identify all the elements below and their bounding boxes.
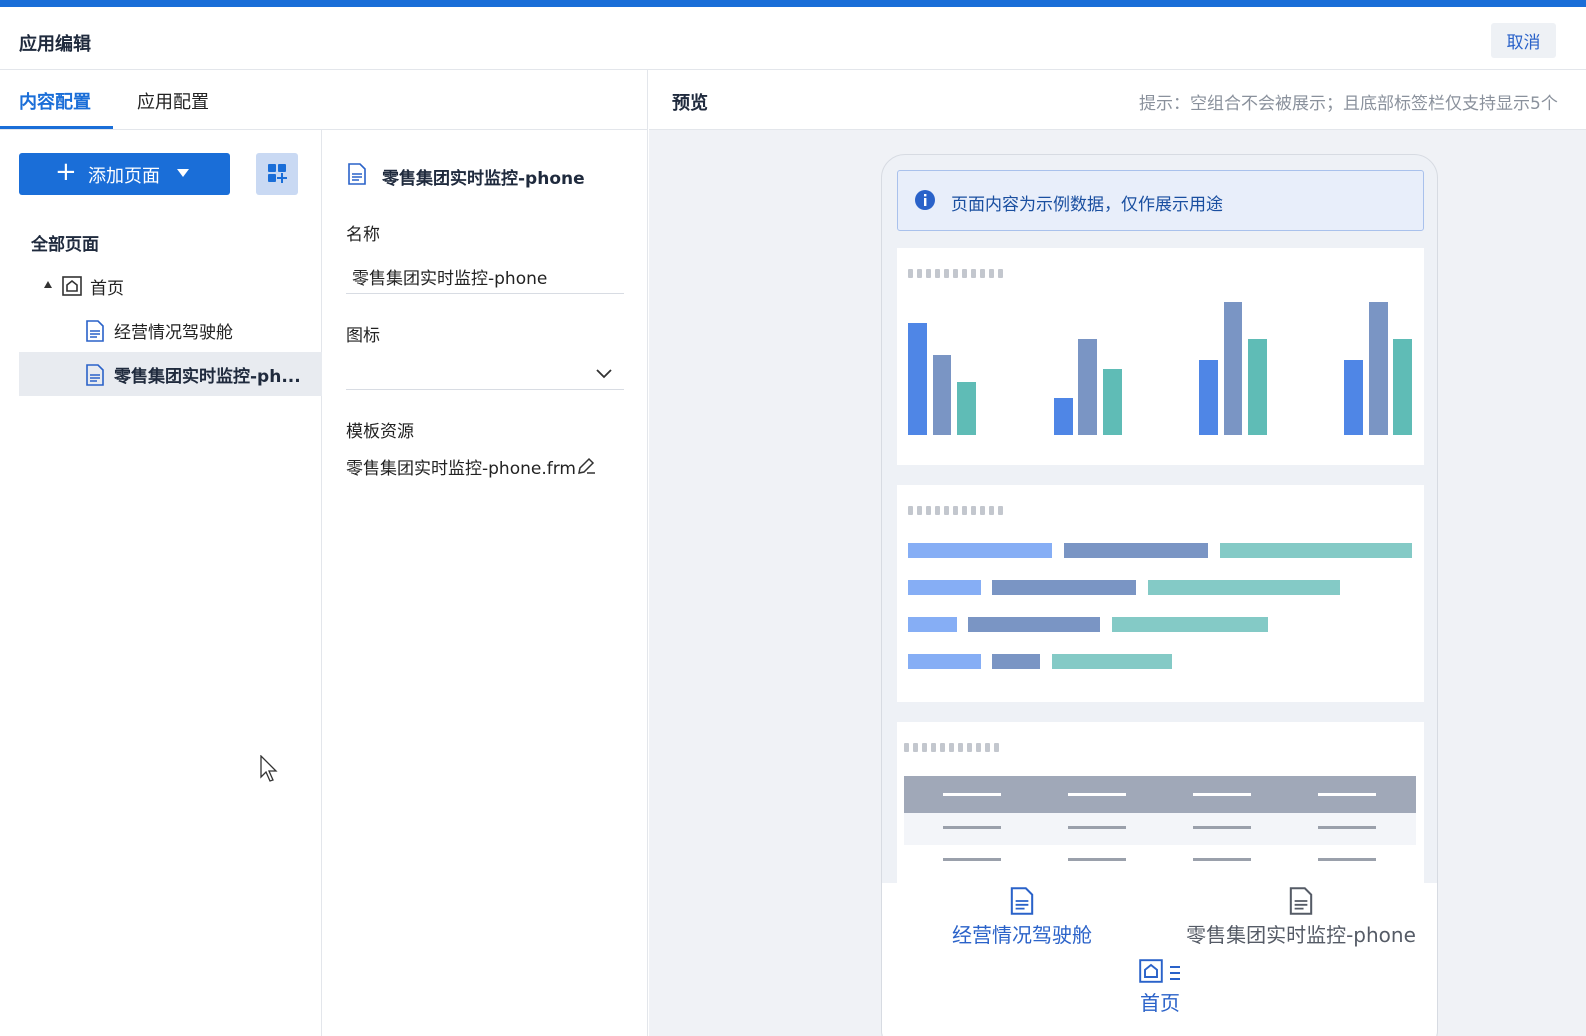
page-icon xyxy=(347,163,367,189)
tree-root-all-pages[interactable]: 全部页面 xyxy=(31,230,99,255)
page-title: 应用编辑 xyxy=(19,34,91,55)
preview-header: 预览 提示：空组合不会被展示；且底部标签栏仅支持显示5个 xyxy=(649,70,1586,130)
tree-node-label: 零售集团实时监控-ph... xyxy=(114,367,301,387)
icon-select[interactable] xyxy=(346,352,624,390)
home-icon xyxy=(1139,959,1168,987)
active-tab-indicator xyxy=(0,126,113,129)
tab-content-config[interactable]: 内容配置 xyxy=(19,88,91,114)
page-tree-panel: + 添加页面 全部页面 首页 经营情况驾驶舱 零售集团实时监控-ph... xyxy=(0,130,322,1036)
tree-node-home[interactable]: 首页 xyxy=(0,264,322,308)
page-icon xyxy=(1289,887,1313,919)
add-page-button[interactable]: + 添加页面 xyxy=(19,153,230,195)
chevron-down-icon xyxy=(596,364,612,383)
preview-hint: 提示：空组合不会被展示；且底部标签栏仅支持显示5个 xyxy=(1139,94,1558,114)
icon-label: 图标 xyxy=(346,326,380,346)
bottom-tab-bar: 经营情况驾驶舱 零售集团实时监控-phone 首页 xyxy=(882,883,1437,1036)
cancel-button[interactable]: 取消 xyxy=(1491,23,1556,58)
preview-title: 预览 xyxy=(672,93,708,114)
placeholder-horizontal-bars xyxy=(908,543,1412,669)
preview-column: 预览 提示：空组合不会被展示；且底部标签栏仅支持显示5个 页面内容为示例数据，仅… xyxy=(649,70,1586,1036)
tree-node-label: 经营情况驾驶舱 xyxy=(114,323,233,343)
tree-node-retail-monitor[interactable]: 零售集团实时监控-ph... xyxy=(19,352,322,396)
tabbar-label: 经营情况驾驶舱 xyxy=(952,923,1092,947)
phone-preview-frame: 页面内容为示例数据，仅作展示用途 经营情况驾驶舱 零售集团实时监控-phone … xyxy=(881,154,1438,1036)
page-icon xyxy=(86,320,104,346)
placeholder-bar-chart-card xyxy=(897,248,1424,465)
tabbar-item-home[interactable]: 首页 xyxy=(1120,959,1200,1016)
caret-down-icon xyxy=(177,169,189,177)
mouse-cursor-icon xyxy=(260,755,278,782)
left-column: 内容配置 应用配置 + 添加页面 全部页面 首页 经营情况驾驶舱 零售集团实时监… xyxy=(0,70,648,1036)
placeholder-hbar-card xyxy=(897,485,1424,702)
tabbar-item-retail-monitor[interactable]: 零售集团实时监控-phone xyxy=(1178,887,1424,948)
placeholder-table xyxy=(904,776,1416,877)
home-icon xyxy=(62,276,82,300)
tree-node-label: 首页 xyxy=(90,279,124,299)
expand-toggle-icon[interactable] xyxy=(44,281,52,288)
tabbar-item-operations[interactable]: 经营情况驾驶舱 xyxy=(934,887,1110,948)
placeholder-table-card xyxy=(897,722,1424,892)
plus-icon: + xyxy=(55,157,77,187)
tab-app-config[interactable]: 应用配置 xyxy=(137,88,209,114)
sample-data-notice: 页面内容为示例数据，仅作展示用途 xyxy=(897,170,1424,231)
tabbar-label: 零售集团实时监控-phone xyxy=(1186,923,1416,947)
placeholder-bars xyxy=(908,302,1412,435)
tree-node-operations[interactable]: 经营情况驾驶舱 xyxy=(0,308,322,352)
template-resource: 零售集团实时监控-phone.frm xyxy=(346,454,596,481)
name-label: 名称 xyxy=(346,225,380,245)
info-icon xyxy=(914,189,936,215)
menu-lines-icon xyxy=(1169,966,1181,987)
app-header: 应用编辑 取消 xyxy=(0,7,1586,70)
top-accent-bar xyxy=(0,0,1586,7)
edit-icon[interactable] xyxy=(576,456,596,481)
notice-text: 页面内容为示例数据，仅作展示用途 xyxy=(951,195,1223,215)
name-input[interactable]: 零售集团实时监控-phone xyxy=(346,256,624,294)
add-group-button[interactable] xyxy=(256,153,298,195)
page-icon xyxy=(86,364,104,390)
page-icon xyxy=(1010,887,1034,919)
template-file-name[interactable]: 零售集团实时监控-phone.frm xyxy=(346,459,576,479)
tabbar-label: 首页 xyxy=(1140,991,1180,1015)
template-label: 模板资源 xyxy=(346,422,414,442)
page-config-panel: 零售集团实时监控-phone 名称 零售集团实时监控-phone 图标 模板资源… xyxy=(323,130,647,1036)
add-page-label: 添加页面 xyxy=(88,166,160,187)
config-heading: 零售集团实时监控-phone xyxy=(382,169,585,189)
config-tabs: 内容配置 应用配置 xyxy=(0,70,647,130)
